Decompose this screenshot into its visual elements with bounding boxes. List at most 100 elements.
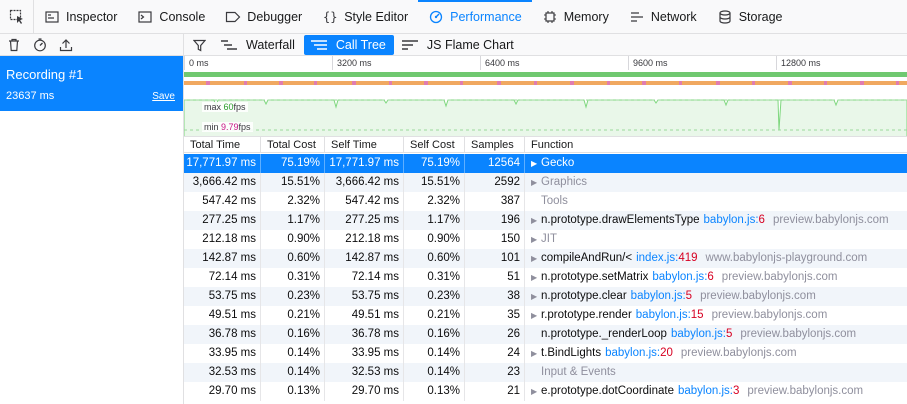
table-row[interactable]: 29.70 ms 0.13% 29.70 ms 0.13% 21 ▶ e.prototype… — [184, 382, 907, 401]
fps-unit: fps — [233, 102, 246, 112]
call-tree-icon — [310, 38, 328, 52]
source-file-link[interactable]: babylon.js:5 — [671, 328, 732, 340]
column-header-self-time[interactable]: Self Time — [325, 137, 404, 153]
expand-arrow-icon[interactable]: ▶ — [531, 382, 541, 401]
table-row[interactable]: 49.51 ms 0.21% 49.51 ms 0.21% 35 ▶ r.prototype… — [184, 306, 907, 325]
stopwatch-icon — [34, 38, 46, 52]
source-host: preview.babylonjs.com — [711, 309, 828, 321]
filter-button[interactable] — [184, 34, 214, 56]
source-file-link[interactable]: babylon.js:6 — [704, 214, 765, 226]
call-tree-view-button[interactable]: Call Tree — [303, 35, 394, 55]
source-line-number: 6 — [707, 271, 714, 283]
function-cell: ▶ t.BindLights babylon.js:20 preview.babylo… — [525, 344, 797, 363]
function-name: n.prototype._renderLoop — [541, 328, 667, 340]
function-cell: ▶ Graphics — [525, 173, 587, 192]
self-cost-cell: 0.90% — [404, 230, 465, 249]
column-header-total-time[interactable]: Total Time — [184, 137, 261, 153]
table-row[interactable]: 142.87 ms 0.60% 142.87 ms 0.60% 101 ▶ compileA… — [184, 249, 907, 268]
waterfall-view-button[interactable]: Waterfall — [214, 35, 303, 55]
table-row[interactable]: 3,666.42 ms 15.51% 3,666.42 ms 15.51% 2592 ▶ G… — [184, 173, 907, 192]
self-cost-cell: 0.23% — [404, 287, 465, 306]
fps-unit: fps — [238, 122, 251, 132]
function-name: e.prototype.dotCoordinate — [541, 385, 674, 397]
total-cost-cell: 0.90% — [261, 230, 325, 249]
tab-style-editor[interactable]: {} Style Editor — [312, 0, 418, 33]
expand-arrow-icon[interactable]: ▶ — [531, 211, 541, 230]
expand-arrow-icon[interactable]: ▶ — [531, 173, 541, 192]
source-file-link[interactable]: babylon.js:3 — [678, 385, 739, 397]
self-cost-cell: 0.21% — [404, 306, 465, 325]
table-row[interactable]: 212.18 ms 0.90% 212.18 ms 0.90% 150 ▶ JIT — [184, 230, 907, 249]
tab-label: Performance — [450, 9, 522, 24]
timeline-overview[interactable]: 0 ms 3200 ms 6400 ms 9600 ms 12800 ms ma… — [184, 56, 907, 137]
column-header-samples[interactable]: Samples — [465, 137, 525, 153]
samples-cell: 24 — [465, 344, 525, 363]
samples-cell: 35 — [465, 306, 525, 325]
function-cell: ▶ Gecko — [525, 154, 574, 173]
expand-arrow-icon[interactable]: ▶ — [531, 306, 541, 325]
function-cell: ▶ compileAndRun/< index.js:419 www.babylonj… — [525, 249, 867, 268]
column-header-self-cost[interactable]: Self Cost — [404, 137, 465, 153]
column-header-total-cost[interactable]: Total Cost — [261, 137, 325, 153]
source-host: preview.babylonjs.com — [721, 271, 838, 283]
samples-cell: 196 — [465, 211, 525, 230]
import-recording-button[interactable] — [58, 37, 74, 53]
recording-item[interactable]: Recording #1 23637 ms Save — [0, 56, 183, 111]
expand-arrow-icon[interactable]: ▶ — [531, 154, 541, 173]
expand-arrow-icon[interactable]: ▶ — [531, 230, 541, 249]
debugger-icon — [225, 9, 241, 25]
fps-min-label: min 9.79fps — [202, 122, 253, 132]
source-file-link[interactable]: babylon.js:15 — [636, 309, 704, 321]
tab-performance[interactable]: Performance — [418, 0, 532, 33]
source-host: preview.babylonjs.com — [772, 214, 889, 226]
clear-recordings-button[interactable] — [6, 37, 22, 53]
ruler-tick: 6400 ms — [480, 56, 520, 70]
tab-debugger[interactable]: Debugger — [215, 0, 312, 33]
table-row[interactable]: 72.14 ms 0.31% 72.14 ms 0.31% 51 ▶ n.prototype… — [184, 268, 907, 287]
total-time-cell: 72.14 ms — [184, 268, 261, 287]
samples-cell: 101 — [465, 249, 525, 268]
tab-memory[interactable]: Memory — [532, 0, 619, 33]
function-name: Input & Events — [541, 366, 616, 378]
total-time-cell: 33.95 ms — [184, 344, 261, 363]
table-row[interactable]: 17,771.97 ms 75.19% 17,771.97 ms 75.19% 1256… — [184, 154, 907, 173]
tab-network[interactable]: Network — [619, 0, 707, 33]
tab-inspector[interactable]: Inspector — [34, 0, 127, 33]
expand-arrow-icon[interactable]: ▶ — [531, 268, 541, 287]
tab-label: Network — [650, 9, 697, 24]
self-cost-cell: 75.19% — [404, 154, 465, 173]
time-ruler: 0 ms 3200 ms 6400 ms 9600 ms 12800 ms — [184, 56, 907, 70]
source-file-link[interactable]: babylon.js:6 — [652, 271, 713, 283]
table-row[interactable]: 32.53 ms 0.14% 32.53 ms 0.14% 23 Input & Even… — [184, 363, 907, 382]
fps-max-label: max 60fps — [202, 102, 248, 112]
tab-storage[interactable]: Storage — [707, 0, 793, 33]
start-recording-button[interactable] — [32, 37, 48, 53]
ruler-tick-label: 0 ms — [189, 58, 209, 68]
source-file-link[interactable]: index.js:419 — [636, 252, 697, 264]
fps-min-prefix: min — [204, 122, 222, 132]
source-file-link[interactable]: babylon.js:20 — [605, 347, 673, 359]
self-time-cell: 72.14 ms — [325, 268, 404, 287]
tab-console[interactable]: Console — [127, 0, 215, 33]
save-recording-link[interactable]: Save — [152, 91, 175, 102]
table-row[interactable]: 277.25 ms 1.17% 277.25 ms 1.17% 196 ▶ n.protot… — [184, 211, 907, 230]
recording-duration: 23637 ms — [6, 90, 55, 102]
expand-arrow-icon[interactable]: ▶ — [531, 344, 541, 363]
expand-arrow-icon[interactable]: ▶ — [531, 287, 541, 306]
column-header-function[interactable]: Function — [525, 137, 907, 153]
table-row[interactable]: 33.95 ms 0.14% 33.95 ms 0.14% 24 ▶ t.BindLight… — [184, 344, 907, 363]
style-editor-icon: {} — [322, 9, 338, 24]
element-picker-button[interactable] — [0, 0, 34, 33]
fps-max-prefix: max — [204, 102, 224, 112]
function-name: n.prototype.clear — [541, 290, 627, 302]
flame-chart-view-button[interactable]: JS Flame Chart — [395, 35, 522, 55]
source-file-link[interactable]: babylon.js:5 — [631, 290, 692, 302]
expand-arrow-icon[interactable]: ▶ — [531, 249, 541, 268]
self-cost-cell: 0.14% — [404, 363, 465, 382]
table-row[interactable]: 53.75 ms 0.23% 53.75 ms 0.23% 38 ▶ n.prototype… — [184, 287, 907, 306]
table-row[interactable]: 547.42 ms 2.32% 547.42 ms 2.32% 387 Tools — [184, 192, 907, 211]
recording-name: Recording #1 — [6, 67, 84, 82]
function-cell: Input & Events — [525, 363, 616, 382]
self-time-cell: 53.75 ms — [325, 287, 404, 306]
table-row[interactable]: 36.78 ms 0.16% 36.78 ms 0.16% 26 n.prototype.… — [184, 325, 907, 344]
